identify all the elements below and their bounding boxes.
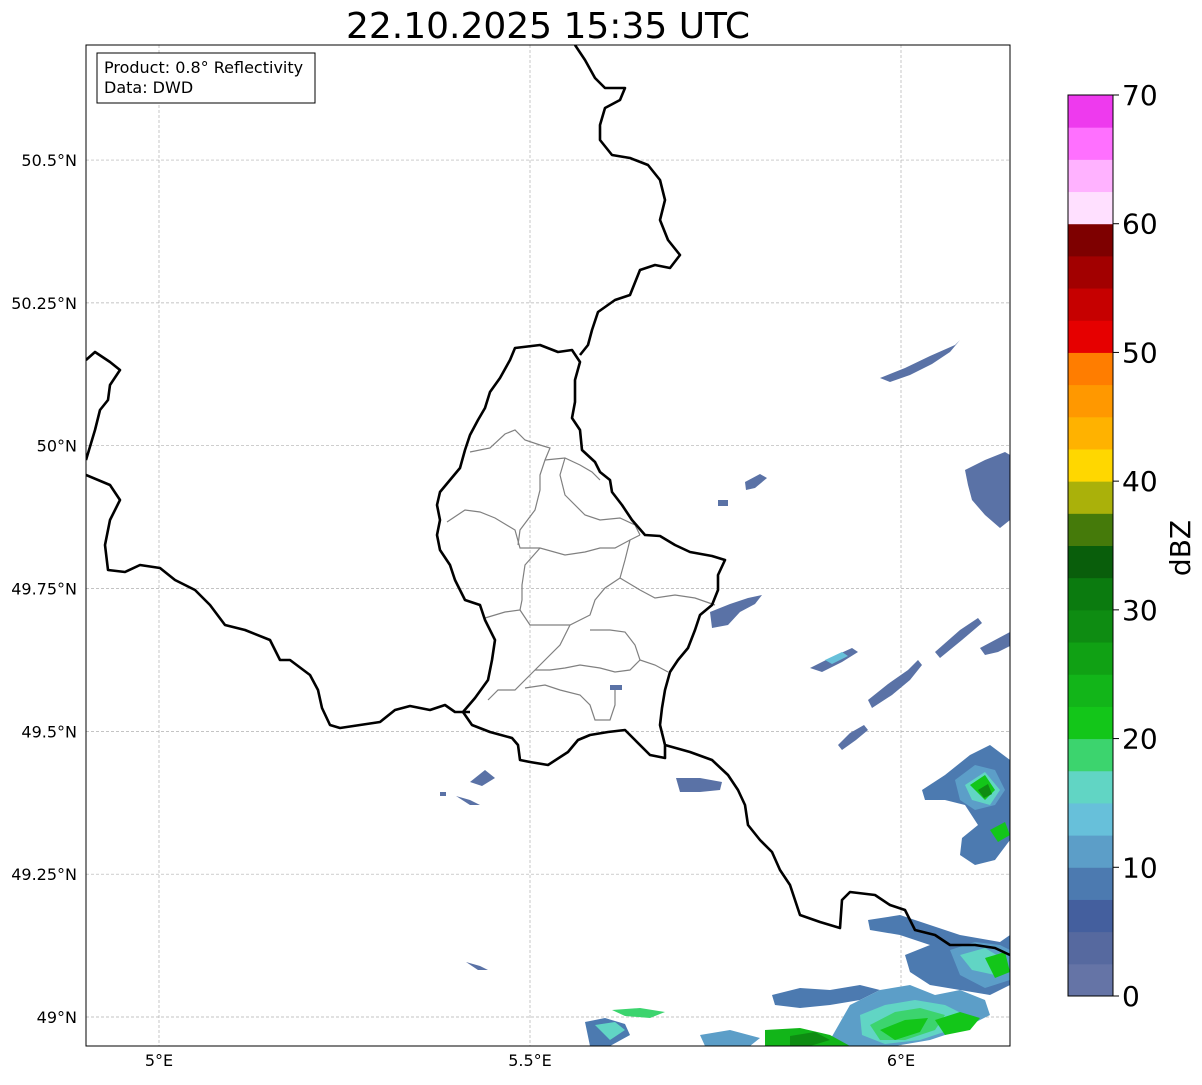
colorbar-segment: [1068, 802, 1113, 836]
figure-title: 22.10.2025 15:35 UTC: [346, 6, 750, 47]
longitude-tick-labels: 5°E5.5°E6°E6.5°E7°E: [145, 1051, 915, 1070]
colorbar-segment: [1068, 320, 1113, 353]
colorbar-segment: [1068, 642, 1113, 675]
lon-tick-label: 6°E: [887, 1051, 915, 1070]
colorbar-tick-label: 60: [1122, 208, 1158, 241]
colorbar-segment: [1068, 770, 1113, 804]
colorbar-segment: [1068, 416, 1113, 450]
colorbar-tick-label: 40: [1122, 465, 1158, 498]
lat-tick-label: 49.75°N: [11, 580, 77, 599]
lat-tick-label: 50.25°N: [11, 294, 77, 313]
colorbar-segment: [1068, 738, 1113, 772]
colorbar-tick-label: 0: [1122, 980, 1140, 1013]
colorbar-segment: [1068, 223, 1113, 257]
lat-tick-label: 50°N: [37, 437, 77, 456]
colorbar-segment: [1068, 352, 1113, 386]
colorbar-segment: [1068, 706, 1113, 740]
map-area: Product: 0.8° Reflectivity Data: DWD: [86, 45, 1010, 1046]
colorbar-segment: [1068, 674, 1113, 707]
lon-tick-label: 5°E: [145, 1051, 173, 1070]
colorbar-label: dBZ: [1164, 520, 1197, 576]
lat-tick-label: 49.5°N: [21, 722, 77, 741]
colorbar-segment: [1068, 255, 1113, 289]
colorbar-segment: [1068, 963, 1113, 997]
latitude-tick-labels: 50.5°N 50.25°N 50°N 49.75°N 49.5°N 49.25°N 49°…: [11, 151, 77, 1027]
colorbar-segment: [1068, 191, 1113, 225]
colorbar-segment: [1068, 159, 1113, 193]
colorbar-segment: [1068, 127, 1113, 160]
colorbar-tick-label: 70: [1122, 79, 1158, 112]
colorbar-segment: [1068, 835, 1113, 868]
lon-tick-label: 5.5°E: [508, 1051, 552, 1070]
colorbar-segment: [1068, 577, 1113, 611]
colorbar-segment: [1068, 481, 1113, 514]
colorbar-tick-label: 10: [1122, 851, 1158, 884]
colorbar-segment: [1068, 545, 1113, 579]
lat-tick-label: 49.25°N: [11, 865, 77, 884]
radar-map-figure: 22.10.2025 15:35 UTC Product: 0.8° Refle…: [0, 0, 1202, 1081]
colorbar-segment: [1068, 513, 1113, 546]
colorbar: 0 10 20 30 40 50 60 70: [1067, 79, 1158, 1013]
colorbar-segment: [1068, 448, 1113, 482]
colorbar-segment: [1068, 899, 1113, 933]
colorbar-tick-label: 20: [1122, 723, 1158, 756]
figure-canvas: 22.10.2025 15:35 UTC Product: 0.8° Refle…: [11, 6, 1197, 1070]
colorbar-segment: [1068, 867, 1113, 900]
info-data-source: Data: DWD: [104, 78, 193, 97]
lat-tick-label: 50.5°N: [21, 151, 77, 170]
colorbar-tick-label: 50: [1122, 336, 1158, 369]
colorbar-segment: [1068, 384, 1113, 418]
info-product: Product: 0.8° Reflectivity: [104, 58, 303, 77]
colorbar-segment: [1068, 931, 1113, 965]
info-box: Product: 0.8° Reflectivity Data: DWD: [96, 52, 316, 104]
colorbar-segment: [1068, 288, 1113, 321]
colorbar-segment: [1068, 95, 1113, 128]
lat-tick-label: 49°N: [37, 1008, 77, 1027]
colorbar-segment: [1068, 609, 1113, 643]
colorbar-tick-label: 30: [1122, 594, 1158, 627]
